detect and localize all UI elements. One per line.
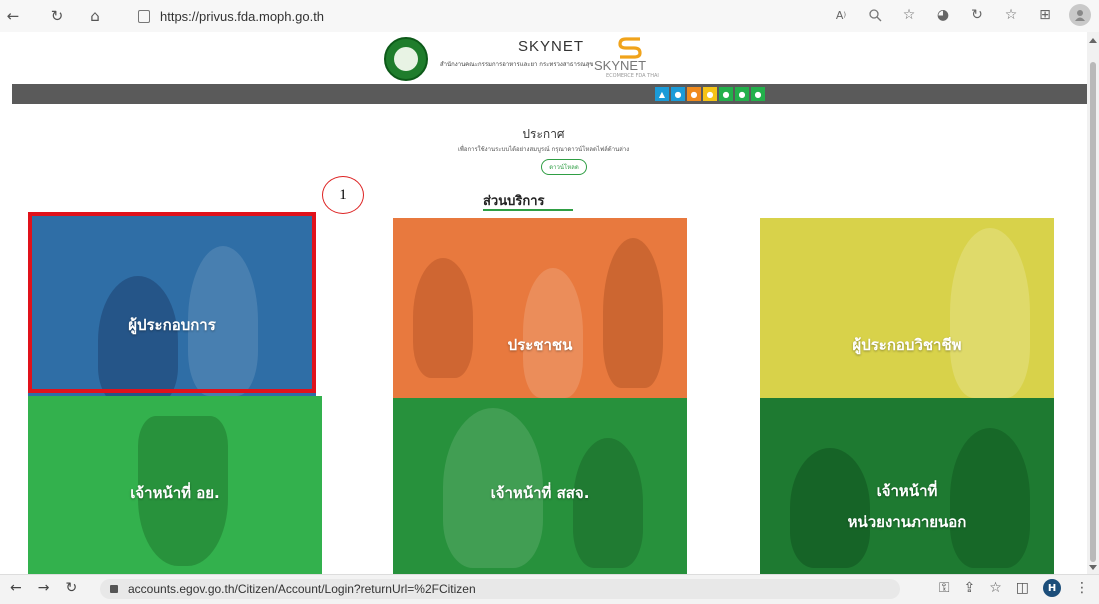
nav-icon-6[interactable]: ● [735, 87, 749, 101]
nav-icon-1[interactable]: ▲ [655, 87, 669, 101]
download-button[interactable]: ดาวน์โหลด [541, 159, 587, 175]
nav-icon-3[interactable]: ● [687, 87, 701, 101]
favorites-list-icon[interactable]: ☆ [1001, 5, 1021, 25]
announcement-subtitle: เพื่อการใช้งานระบบได้อย่างสมบูรณ์ กรุณาด… [457, 146, 630, 153]
tile-external-officer[interactable]: เจ้าหน้าที่ หน่วยงานภายนอก [760, 398, 1054, 574]
tile-public-label: ประชาชน [507, 336, 573, 354]
scroll-down-icon[interactable] [1089, 565, 1097, 570]
read-aloud-icon[interactable]: A) [831, 5, 851, 25]
nav-icon-5[interactable]: ● [719, 87, 733, 101]
bottom-right-icons: ⚿ ⇪ ☆ ◫ H ⋮ [939, 579, 1089, 597]
announcement-title: ประกาศ [522, 127, 565, 141]
forward-arrow-icon[interactable]: → [38, 580, 50, 596]
step-number-annotation: 1 [322, 176, 364, 214]
skynet-logo-text: SKYNET [594, 58, 647, 73]
tile-professional-label: ผู้ประกอบวิชาชีพ [852, 336, 962, 354]
home-icon[interactable]: ⌂ [84, 5, 106, 27]
bottom-browser-bar: ← → ↻ accounts.egov.go.th/Citizen/Accoun… [0, 574, 1099, 604]
toolbar-right: A) ☆ ◕ ↻ ☆ ⊞ [831, 4, 1091, 26]
refresh-icon[interactable]: ↻ [65, 580, 77, 596]
back-icon[interactable]: ← [2, 5, 24, 27]
tile-external-officer-label: เจ้าหน้าที่ [876, 482, 938, 500]
tile-professional[interactable]: ผู้ประกอบวิชาชีพ [760, 218, 1054, 398]
service-navbar: ▲ ● ● ● ● ● ● [12, 84, 1087, 104]
services-title: ส่วนบริการ [483, 194, 545, 209]
tile-provincial-officer-label: เจ้าหน้าที่ สสจ. [490, 484, 590, 502]
share-icon[interactable]: ⇪ [963, 580, 975, 596]
highlight-box [28, 212, 316, 393]
skynet-s-logo [618, 37, 642, 59]
extension-icon[interactable]: ◕ [933, 5, 953, 25]
scrollbar-thumb[interactable] [1090, 62, 1096, 562]
page-icon [138, 9, 150, 23]
lock-icon [110, 585, 118, 593]
side-panel-icon[interactable]: ◫ [1016, 580, 1029, 596]
tile-fda-officer[interactable]: เจ้าหน้าที่ อย. [28, 396, 322, 574]
navbar-icons: ▲ ● ● ● ● ● ● [655, 87, 765, 101]
site-subtitle: สำนักงานคณะกรรมการอาหารและยา กระทรวงสาธา… [440, 61, 594, 68]
nav-icon-7[interactable]: ● [751, 87, 765, 101]
skynet-logo-subtext: ECOMERCE FDA THAI [606, 73, 659, 79]
bookmark-star-icon[interactable]: ☆ [989, 580, 1002, 596]
fda-seal-logo[interactable] [384, 37, 428, 81]
favorite-icon[interactable]: ☆ [899, 5, 919, 25]
tile-public[interactable]: ประชาชน [393, 218, 687, 398]
vertical-scrollbar[interactable] [1087, 32, 1099, 574]
scroll-up-icon[interactable] [1089, 38, 1097, 43]
collections-icon[interactable]: ⊞ [1035, 5, 1055, 25]
menu-icon[interactable]: ⋮ [1075, 580, 1089, 596]
zoom-icon[interactable] [865, 5, 885, 25]
nav-icon-4[interactable]: ● [703, 87, 717, 101]
key-icon[interactable]: ⚿ [939, 580, 950, 596]
bottom-address-bar[interactable]: accounts.egov.go.th/Citizen/Account/Logi… [100, 579, 900, 599]
address-bar[interactable]: https://privus.fda.moph.go.th [138, 5, 324, 27]
bottom-nav-buttons: ← → ↻ [10, 580, 77, 596]
back-arrow-icon[interactable]: ← [10, 580, 22, 596]
refresh-extension-icon[interactable]: ↻ [967, 5, 987, 25]
site-header: SKYNET สำนักงานคณะกรรมการอาหารและยา กระท… [12, 32, 1087, 84]
site-title: SKYNET [518, 38, 585, 55]
bottom-address-text: accounts.egov.go.th/Citizen/Account/Logi… [128, 582, 476, 596]
profile-avatar-bottom[interactable]: H [1043, 579, 1061, 597]
browser-toolbar: ← ↻ ⌂ https://privus.fda.moph.go.th A) ☆… [0, 0, 1099, 32]
services-title-underline [483, 209, 573, 211]
tile-external-officer-label-2: หน่วยงานภายนอก [847, 513, 967, 531]
reload-icon[interactable]: ↻ [46, 5, 68, 27]
nav-icon-2[interactable]: ● [671, 87, 685, 101]
address-text: https://privus.fda.moph.go.th [160, 8, 325, 24]
tile-provincial-officer[interactable]: เจ้าหน้าที่ สสจ. [393, 398, 687, 574]
tile-fda-officer-label: เจ้าหน้าที่ อย. [130, 484, 220, 502]
profile-avatar[interactable] [1069, 4, 1091, 26]
